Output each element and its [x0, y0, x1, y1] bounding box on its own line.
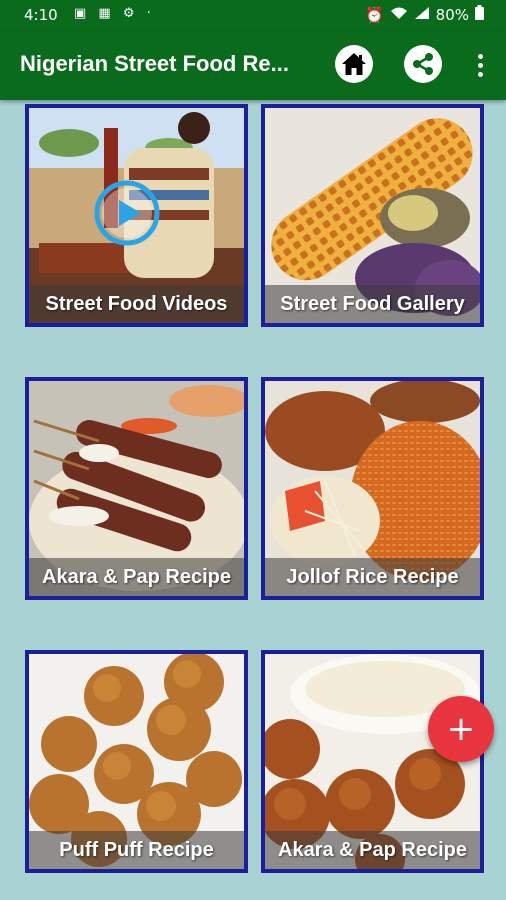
tile-street-food-videos[interactable]: Street Food Videos	[25, 104, 248, 327]
wifi-icon	[390, 6, 408, 24]
status-right-icons: ⏰ 80%	[365, 5, 484, 24]
status-time: 4:10	[24, 6, 58, 24]
more-vert-icon	[477, 54, 483, 59]
app-title: Nigerian Street Food Re...	[20, 51, 289, 76]
tile-label: Street Food Gallery	[265, 285, 480, 323]
alarm-icon: ⏰	[364, 5, 384, 24]
add-icon: +	[446, 709, 476, 749]
app-bar: Nigerian Street Food Re...	[0, 31, 506, 100]
signal-icon	[414, 6, 430, 24]
battery-percent: 80%	[435, 5, 469, 24]
home-icon	[342, 53, 366, 75]
home-button[interactable]	[335, 45, 373, 83]
share-button[interactable]	[404, 45, 442, 83]
share-icon	[413, 53, 433, 75]
tile-label: Akara & Pap Recipe	[29, 558, 244, 596]
tile-street-food-gallery[interactable]: Street Food Gallery	[261, 104, 484, 327]
more-options-button[interactable]	[468, 51, 492, 81]
tile-puff-puff-recipe[interactable]: Puff Puff Recipe	[25, 650, 248, 873]
status-bar: 4:10 ▣ ▦ ⚙ · ⏰ 80%	[0, 0, 506, 31]
tile-jollof-rice-recipe[interactable]: Jollof Rice Recipe	[261, 377, 484, 600]
tile-label: Jollof Rice Recipe	[265, 558, 480, 596]
tile-akara-pap-recipe-1[interactable]: Akara & Pap Recipe	[25, 377, 248, 600]
tile-label: Puff Puff Recipe	[29, 831, 244, 869]
tile-akara-pap-recipe-2[interactable]: Akara & Pap Recipe	[261, 650, 484, 873]
tile-label: Akara & Pap Recipe	[265, 831, 480, 869]
add-fab-button[interactable]: +	[428, 696, 494, 762]
battery-icon	[475, 5, 484, 24]
status-notification-icons: ▣ ▦ ⚙ ·	[74, 6, 155, 21]
tile-label: Street Food Videos	[29, 285, 244, 323]
